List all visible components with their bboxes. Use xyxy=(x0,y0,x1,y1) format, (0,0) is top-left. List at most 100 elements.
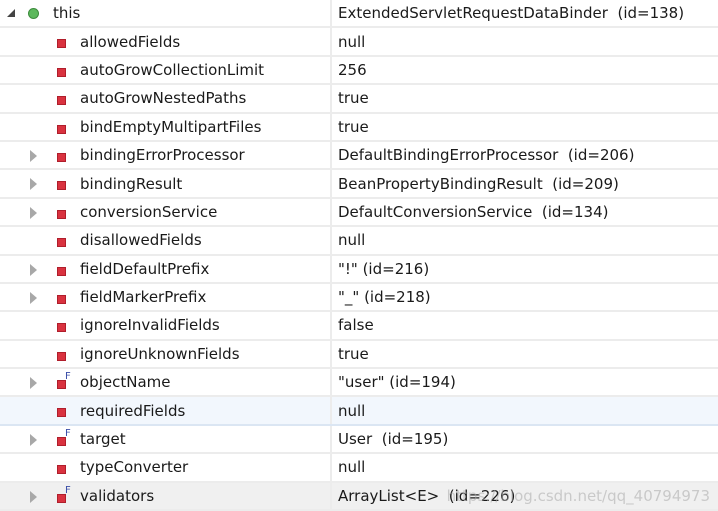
variable-row[interactable]: fieldDefaultPrefix "!" (id=216) xyxy=(0,255,718,284)
variable-value: null xyxy=(338,458,366,477)
variable-value: User (id=195) xyxy=(338,430,449,449)
variable-row[interactable]: fieldMarkerPrefix "_" (id=218) xyxy=(0,283,718,313)
variable-name: target xyxy=(80,430,126,449)
variable-value: null xyxy=(338,231,366,250)
variable-name: disallowedFields xyxy=(80,231,202,250)
expanded-triangle-icon[interactable] xyxy=(7,9,15,17)
expand-triangle-icon[interactable] xyxy=(30,149,37,162)
variable-name-cell: conversionService xyxy=(0,198,332,226)
variable-value: DefaultBindingErrorProcessor (id=206) xyxy=(338,146,635,165)
private-field-icon xyxy=(57,266,66,276)
variable-name-cell: requiredFields xyxy=(0,397,332,424)
variable-name: ignoreUnknownFields xyxy=(80,344,240,363)
variable-name: fieldMarkerPrefix xyxy=(80,288,207,307)
variable-value: null xyxy=(338,401,366,420)
variable-value: DefaultConversionService (id=134) xyxy=(338,202,609,221)
variable-name-cell: validators xyxy=(0,482,332,510)
variable-row[interactable]: conversionService DefaultConversionServic… xyxy=(0,198,718,228)
variable-name: this xyxy=(53,4,81,23)
variable-name: fieldDefaultPrefix xyxy=(80,259,210,278)
variable-row[interactable]: autoGrowNestedPaths true xyxy=(0,85,718,114)
private-final-field-icon xyxy=(57,371,71,390)
variable-name-cell: typeConverter xyxy=(0,454,332,481)
variable-name-cell: this xyxy=(0,0,332,27)
variable-name-cell: autoGrowNestedPaths xyxy=(0,85,332,112)
private-field-icon xyxy=(57,209,66,219)
variable-row[interactable]: ignoreUnknownFields true xyxy=(0,340,718,370)
variable-row[interactable]: this ExtendedServletRequestDataBinder (id… xyxy=(0,0,718,29)
private-field-icon xyxy=(57,323,66,333)
expand-triangle-icon[interactable] xyxy=(30,291,37,304)
variable-name: bindingErrorProcessor xyxy=(80,146,245,165)
variable-name-cell: bindingErrorProcessor xyxy=(0,141,332,169)
private-field-icon xyxy=(57,124,66,134)
variable-value: "!" (id=216) xyxy=(338,259,430,278)
expand-triangle-icon[interactable] xyxy=(30,263,37,276)
variable-value: false xyxy=(338,316,374,335)
object-instance-icon xyxy=(28,8,39,19)
private-field-icon xyxy=(57,67,66,77)
variable-name-cell: objectName xyxy=(0,369,332,396)
variable-row[interactable]: ignoreInvalidFields false xyxy=(0,312,718,341)
private-field-icon xyxy=(57,465,66,475)
variable-name: requiredFields xyxy=(80,401,186,420)
variable-row[interactable]: typeConverter null xyxy=(0,454,718,483)
expand-triangle-icon[interactable] xyxy=(30,377,37,390)
variable-value: true xyxy=(338,117,369,136)
expand-triangle-icon[interactable] xyxy=(30,490,37,503)
expand-triangle-icon[interactable] xyxy=(30,178,37,191)
private-field-icon xyxy=(57,294,66,304)
variable-row[interactable]: disallowedFields null xyxy=(0,227,718,256)
variable-name-cell: disallowedFields xyxy=(0,227,332,254)
variable-name: conversionService xyxy=(80,202,218,221)
private-final-field-icon xyxy=(57,428,71,446)
variable-value: BeanPropertyBindingResult (id=209) xyxy=(338,174,619,193)
variable-row[interactable]: target User (id=195) xyxy=(0,425,718,455)
expand-triangle-icon[interactable] xyxy=(30,433,37,446)
variables-tree: this ExtendedServletRequestDataBinder (id… xyxy=(0,0,718,511)
variable-name: validators xyxy=(80,486,155,505)
private-field-icon xyxy=(57,238,66,248)
variable-name-cell: fieldMarkerPrefix xyxy=(0,283,332,311)
variable-value: null xyxy=(338,32,366,51)
variable-name-cell: target xyxy=(0,425,332,453)
private-field-icon xyxy=(57,152,66,162)
variable-name: ignoreInvalidFields xyxy=(80,316,220,335)
variable-name: bindingResult xyxy=(80,174,183,193)
variable-row[interactable]: bindingErrorProcessor DefaultBindingError… xyxy=(0,141,718,171)
variable-value: ArrayList<E> (id=226) xyxy=(338,486,516,505)
private-field-icon xyxy=(57,408,66,418)
variable-value: true xyxy=(338,89,369,108)
variable-value: true xyxy=(338,344,369,363)
variable-name-cell: bindEmptyMultipartFiles xyxy=(0,113,332,140)
variable-name-cell: autoGrowCollectionLimit xyxy=(0,56,332,84)
variable-name-cell: fieldDefaultPrefix xyxy=(0,255,332,282)
variable-value: "user" (id=194) xyxy=(338,373,456,392)
variable-row[interactable]: validators ArrayList<E> (id=226) xyxy=(0,482,718,511)
variable-name: typeConverter xyxy=(80,458,189,477)
variable-name: autoGrowNestedPaths xyxy=(80,89,247,108)
variable-name: allowedFields xyxy=(80,32,181,51)
variable-row[interactable]: autoGrowCollectionLimit 256 xyxy=(0,56,718,86)
private-field-icon xyxy=(57,96,66,106)
variable-row[interactable]: bindEmptyMultipartFiles true xyxy=(0,113,718,142)
variable-name: objectName xyxy=(80,373,171,392)
variable-value: 256 xyxy=(338,60,367,79)
private-field-icon xyxy=(57,351,66,361)
variable-name-cell: allowedFields xyxy=(0,28,332,55)
private-field-icon xyxy=(57,181,66,191)
expand-triangle-icon[interactable] xyxy=(30,206,37,219)
private-field-icon xyxy=(57,39,66,49)
variable-value: ExtendedServletRequestDataBinder (id=138… xyxy=(338,4,685,23)
variable-value: "_" (id=218) xyxy=(338,288,431,307)
variable-name-cell: ignoreUnknownFields xyxy=(0,340,332,368)
variable-row[interactable]: allowedFields null xyxy=(0,28,718,57)
variable-name-cell: bindingResult xyxy=(0,170,332,197)
variable-row[interactable]: requiredFields null xyxy=(0,397,718,426)
variable-row[interactable]: bindingResult BeanPropertyBindingResult (… xyxy=(0,170,718,199)
variable-name: bindEmptyMultipartFiles xyxy=(80,117,262,136)
variable-name-cell: ignoreInvalidFields xyxy=(0,312,332,339)
private-final-field-icon xyxy=(57,485,71,503)
variable-name: autoGrowCollectionLimit xyxy=(80,60,265,79)
variable-row[interactable]: objectName "user" (id=194) xyxy=(0,369,718,398)
